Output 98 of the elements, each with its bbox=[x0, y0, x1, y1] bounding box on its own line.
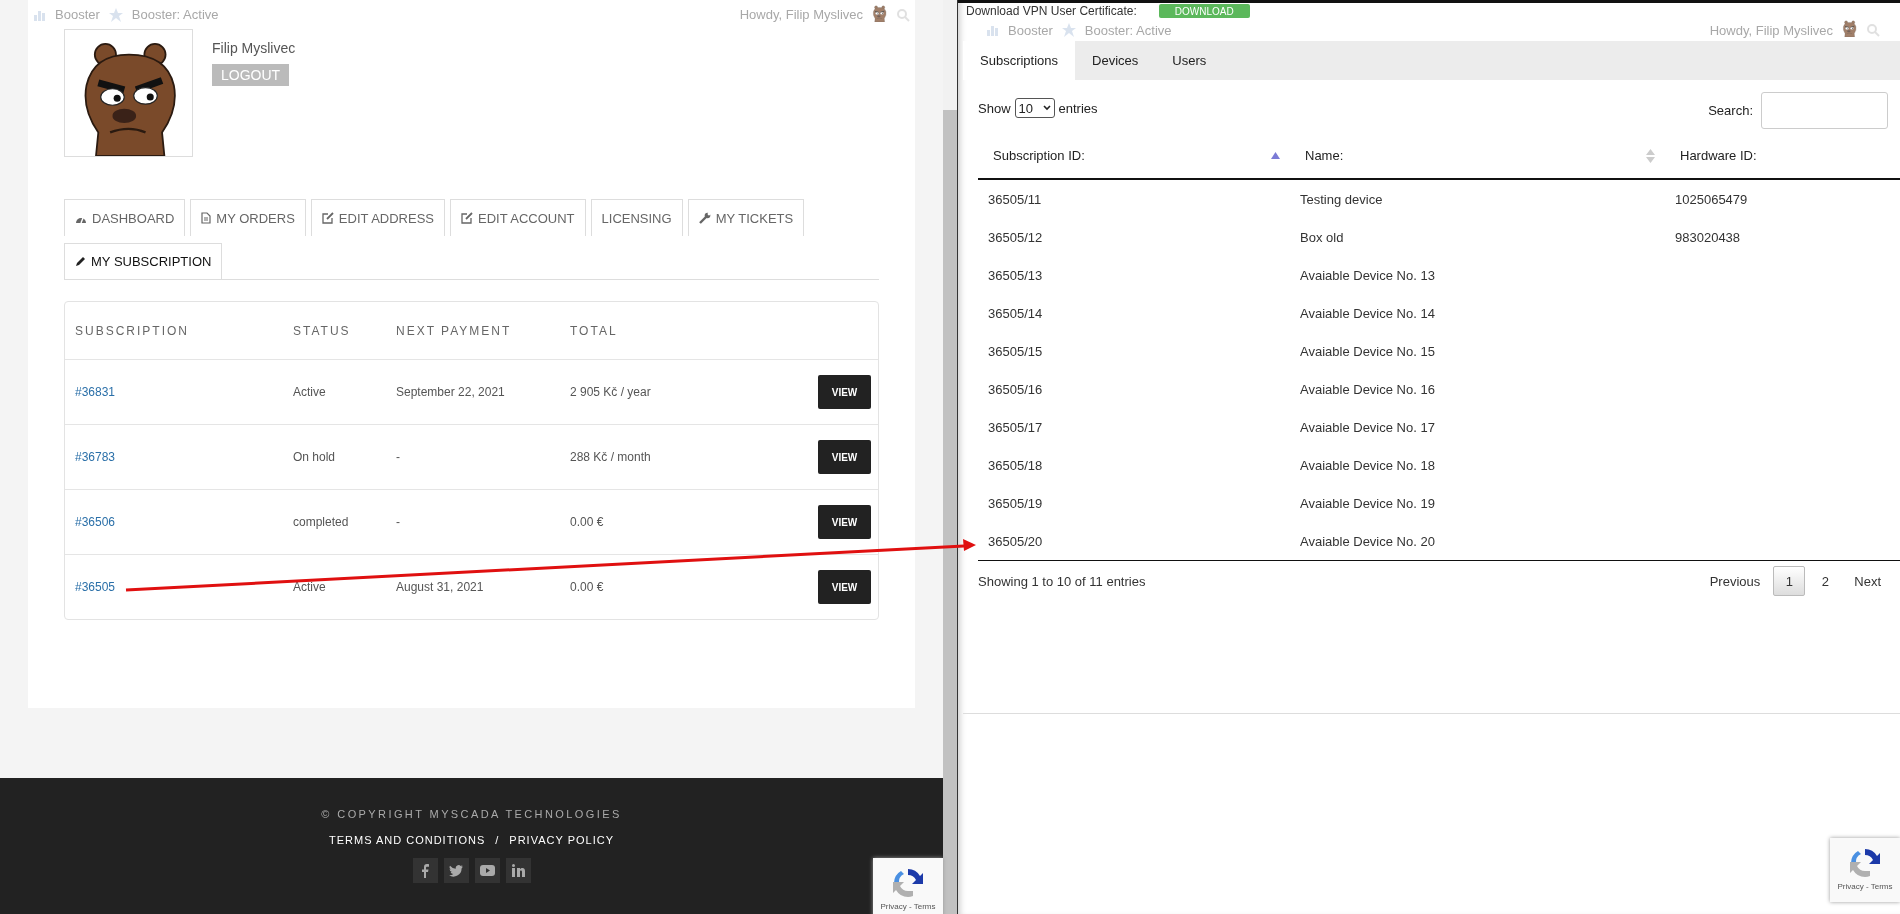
status-cell-text: On hold bbox=[292, 450, 337, 464]
youtube-icon[interactable] bbox=[474, 858, 500, 883]
column-header: NEXT PAYMENT bbox=[395, 323, 513, 338]
total-cell-text: 0.00 € bbox=[569, 580, 605, 594]
wrench-icon bbox=[698, 212, 711, 224]
facebook-icon[interactable] bbox=[412, 858, 438, 883]
privacy-link[interactable]: PRIVACY POLICY bbox=[509, 834, 614, 846]
subscription-id-cell-text: 36505/15 bbox=[987, 343, 1044, 359]
recaptcha-links[interactable]: Privacy - Terms bbox=[1837, 882, 1893, 891]
recaptcha-badge[interactable]: Privacy - Terms bbox=[1830, 838, 1900, 902]
avatar-icon bbox=[1841, 20, 1858, 37]
next-payment-cell-text: - bbox=[395, 450, 401, 464]
column-header: STATUS bbox=[292, 323, 352, 338]
document-icon bbox=[201, 212, 212, 224]
subscription-link[interactable]: #36506 bbox=[75, 515, 116, 529]
column-header: TOTAL bbox=[569, 323, 619, 338]
device-name-cell-text: Box old bbox=[1299, 229, 1345, 245]
account-tab[interactable]: MY ORDERS bbox=[190, 199, 306, 236]
account-tab[interactable]: MY TICKETS bbox=[687, 199, 805, 236]
column-header[interactable]: Name: bbox=[1290, 148, 1665, 163]
entries-select[interactable]: 10 bbox=[1014, 98, 1055, 118]
device-name-cell-text: Avaiable Device No. 17 bbox=[1299, 419, 1436, 435]
terms-link[interactable]: TERMS AND CONDITIONS bbox=[328, 834, 486, 846]
table-info: Showing 1 to 10 of 11 entries bbox=[978, 573, 1146, 589]
pencil-icon bbox=[75, 256, 86, 267]
star-icon bbox=[107, 6, 124, 23]
status-cell-text: completed bbox=[292, 515, 350, 529]
device-name-cell-text: Avaiable Device No. 16 bbox=[1299, 381, 1436, 397]
subscription-link[interactable]: #36505 bbox=[75, 580, 116, 594]
device-name-cell-text: Avaiable Device No. 13 bbox=[1299, 267, 1436, 283]
subscription-id-cell-text: 36505/14 bbox=[987, 305, 1044, 321]
device-name-cell-text: Avaiable Device No. 14 bbox=[1299, 305, 1436, 321]
account-tab[interactable]: MY SUBSCRIPTION bbox=[64, 243, 223, 279]
subscription-id-cell-text: 36505/16 bbox=[987, 381, 1044, 397]
view-button[interactable]: VIEW bbox=[818, 440, 871, 474]
account-tab[interactable]: EDIT ACCOUNT bbox=[450, 199, 586, 236]
avatar-icon bbox=[871, 4, 888, 22]
column-header[interactable]: Hardware ID: bbox=[1665, 148, 1900, 163]
recaptcha-icon bbox=[1848, 846, 1882, 880]
subscription-link[interactable]: #36783 bbox=[75, 450, 116, 464]
total-cell-text: 0.00 € bbox=[569, 515, 605, 529]
user-name: Filip Myslivec bbox=[212, 40, 296, 56]
recaptcha-links[interactable]: Privacy - Terms bbox=[880, 902, 936, 911]
recaptcha-icon bbox=[891, 866, 925, 900]
column-header: SUBSCRIPTION bbox=[74, 323, 190, 338]
panel-tab[interactable]: Devices bbox=[1075, 41, 1156, 80]
twitter-icon[interactable] bbox=[443, 858, 469, 883]
next-payment-cell-text: September 22, 2021 bbox=[395, 385, 506, 399]
linkedin-icon[interactable] bbox=[505, 858, 531, 883]
subscription-id-cell-text: 36505/17 bbox=[987, 419, 1044, 435]
subscription-link[interactable]: #36831 bbox=[75, 385, 116, 399]
next-payment-cell-text: - bbox=[395, 515, 401, 529]
hardware-id-cell-text: 1025065479 bbox=[1674, 191, 1749, 207]
copyright-text: © COPYRIGHT MYSCADA TECHNOLOGIES bbox=[321, 808, 622, 820]
pagination-button[interactable]: Next bbox=[1845, 566, 1890, 596]
pagination-button[interactable]: 1 bbox=[1773, 566, 1806, 596]
pagination-button[interactable]: Previous bbox=[1700, 566, 1770, 596]
recaptcha-badge[interactable]: Privacy - Terms bbox=[873, 858, 943, 914]
column-header[interactable]: Subscription ID: bbox=[978, 148, 1290, 163]
view-button[interactable]: VIEW bbox=[818, 375, 871, 409]
scrollbar[interactable] bbox=[943, 0, 957, 914]
device-name-cell-text: Avaiable Device No. 15 bbox=[1299, 343, 1436, 359]
subscription-id-cell-text: 36505/13 bbox=[987, 267, 1044, 283]
account-tab[interactable]: LICENSING bbox=[590, 199, 683, 236]
subscription-id-cell-text: 36505/11 bbox=[987, 191, 1043, 207]
account-tab[interactable]: EDIT ADDRESS bbox=[310, 199, 445, 236]
edit-icon bbox=[321, 212, 334, 224]
status-cell-text: Active bbox=[292, 580, 327, 594]
view-button[interactable]: VIEW bbox=[818, 570, 871, 604]
pagination-button[interactable]: 2 bbox=[1809, 566, 1842, 596]
bar-chart-icon bbox=[986, 23, 1000, 37]
device-name-cell-text: Testing device bbox=[1299, 191, 1384, 207]
edit-icon bbox=[461, 212, 473, 224]
status-cell-text: Active bbox=[292, 385, 327, 399]
chevron-down-icon bbox=[1042, 105, 1051, 111]
hardware-id-cell-text: 983020438 bbox=[1674, 229, 1742, 245]
subscription-id-cell-text: 36505/19 bbox=[987, 495, 1044, 511]
search-field[interactable] bbox=[1761, 92, 1888, 129]
link-separator: / bbox=[495, 834, 500, 846]
total-cell-text: 2 905 Kč / year bbox=[569, 385, 652, 399]
show-label: Show bbox=[978, 100, 1011, 116]
device-name-cell-text: Avaiable Device No. 20 bbox=[1299, 533, 1436, 549]
next-payment-cell-text: August 31, 2021 bbox=[395, 580, 485, 594]
total-cell-text: 288 Kč / month bbox=[569, 450, 652, 464]
sort-ascending-icon[interactable] bbox=[1271, 152, 1280, 159]
entries-label: entries bbox=[1058, 100, 1098, 116]
panel-tab[interactable]: Users bbox=[1155, 41, 1224, 80]
certificate-label: Download VPN User Certificate: bbox=[966, 4, 1137, 18]
account-tab[interactable]: DASHBOARD bbox=[64, 199, 186, 236]
star-icon bbox=[1060, 22, 1077, 38]
view-button[interactable]: VIEW bbox=[818, 505, 871, 539]
device-name-cell-text: Avaiable Device No. 19 bbox=[1299, 495, 1436, 511]
subscription-id-cell-text: 36505/12 bbox=[987, 229, 1044, 245]
subscription-id-cell-text: 36505/20 bbox=[987, 533, 1044, 549]
panel-tab[interactable]: Subscriptions bbox=[963, 41, 1076, 80]
search-label: Search: bbox=[1708, 103, 1753, 118]
device-name-cell-text: Avaiable Device No. 18 bbox=[1299, 457, 1436, 473]
subscription-id-cell-text: 36505/18 bbox=[987, 457, 1044, 473]
